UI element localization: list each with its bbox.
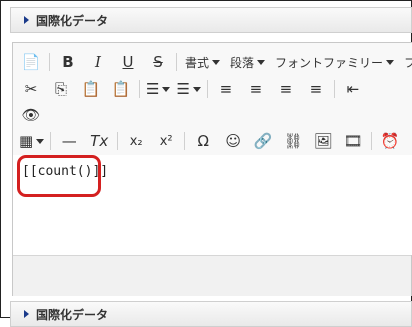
- chevron-down-icon: [162, 86, 171, 92]
- editor-toolbar: 📄 B I U S 書式 段落 フォントファミリー フォ ✂ ⎘ 📋 📋 ☰ ☰: [13, 43, 412, 156]
- toolbar-separator: [333, 80, 335, 98]
- expand-triangle-icon: [24, 16, 29, 24]
- clear-format-icon[interactable]: Tx: [87, 130, 111, 152]
- window-frame: 国際化データ 📄 B I U S 書式 段落 フォントファミリー フォ ✂ ⎘ …: [0, 0, 412, 327]
- clock-icon[interactable]: ⏰: [378, 130, 402, 152]
- bullet-list-button[interactable]: ☰: [146, 78, 171, 100]
- red-highlight-annotation: [17, 155, 101, 197]
- rich-text-editor: 📄 B I U S 書式 段落 フォントファミリー フォ ✂ ⎘ 📋 📋 ☰ ☰: [12, 42, 412, 296]
- link-icon[interactable]: 🔗: [251, 130, 275, 152]
- font-size-label: フォ: [404, 55, 412, 70]
- numbered-list-button[interactable]: ☰: [176, 78, 201, 100]
- chevron-down-icon: [386, 59, 395, 65]
- format-label: 書式: [185, 55, 210, 70]
- format-dropdown[interactable]: 書式: [183, 51, 222, 73]
- toolbar-row-3: 👁: [19, 103, 49, 127]
- numbered-list-icon: ☰: [176, 80, 190, 98]
- toolbar-row-2: ✂ ⎘ 📋 📋 ☰ ☰ ≡ ≡ ≡ ≡ ⇤: [19, 77, 371, 101]
- outdent-icon[interactable]: ⇤: [341, 78, 365, 100]
- italic-button[interactable]: I: [86, 51, 110, 73]
- toolbar-separator: [176, 53, 177, 71]
- toolbar-separator: [117, 132, 119, 150]
- section-title: 国際化データ: [36, 307, 109, 322]
- bullet-list-icon: ☰: [146, 80, 160, 98]
- chevron-down-icon: [212, 59, 221, 65]
- table-button[interactable]: ▦: [19, 130, 45, 152]
- chevron-down-icon: [36, 138, 45, 144]
- section-title: 国際化データ: [36, 13, 109, 28]
- toolbar-row-4: ▦ — Tx x₂ x² Ω ☺ 🔗 ⛓ 🖼 🎞 ⏰: [19, 129, 408, 153]
- subscript-icon[interactable]: x₂: [124, 130, 148, 152]
- chevron-down-icon: [192, 86, 201, 92]
- superscript-icon[interactable]: x²: [154, 130, 178, 152]
- toolbar-separator: [50, 132, 52, 150]
- media-icon[interactable]: 🎞: [341, 130, 365, 152]
- i18n-section-header[interactable]: 国際化データ: [10, 7, 412, 33]
- unlink-icon[interactable]: ⛓: [281, 130, 305, 152]
- editor-content-area[interactable]: [[count()]]: [13, 155, 412, 255]
- font-family-dropdown[interactable]: フォントファミリー: [273, 51, 396, 73]
- toolbar-separator: [184, 132, 186, 150]
- underline-button[interactable]: U: [116, 51, 140, 73]
- horizontal-rule-icon[interactable]: —: [57, 130, 81, 152]
- paragraph-dropdown[interactable]: 段落: [228, 51, 267, 73]
- font-family-label: フォントファミリー: [275, 55, 384, 70]
- cut-icon[interactable]: ✂: [19, 78, 43, 100]
- new-document-icon[interactable]: 📄: [19, 51, 43, 73]
- toolbar-separator: [206, 80, 208, 98]
- paste-icon[interactable]: 📋: [79, 78, 103, 100]
- font-size-dropdown[interactable]: フォ: [402, 51, 412, 73]
- bold-button[interactable]: B: [56, 51, 80, 73]
- toolbar-separator: [139, 80, 140, 98]
- image-icon[interactable]: 🖼: [311, 130, 335, 152]
- toolbar-separator: [371, 132, 373, 150]
- special-char-omega-icon[interactable]: Ω: [191, 130, 215, 152]
- copy-icon[interactable]: ⎘: [49, 78, 73, 100]
- align-center-icon[interactable]: ≡: [244, 78, 268, 100]
- emoji-icon[interactable]: ☺: [221, 130, 245, 152]
- editor-status-bar: [13, 255, 411, 296]
- expand-triangle-icon: [24, 310, 29, 318]
- paste-text-icon[interactable]: 📋: [109, 78, 133, 100]
- toolbar-row-1: 📄 B I U S 書式 段落 フォントファミリー フォ: [19, 50, 412, 74]
- paragraph-label: 段落: [230, 55, 255, 70]
- align-right-icon[interactable]: ≡: [274, 78, 298, 100]
- i18n-section-header-2[interactable]: 国際化データ: [10, 301, 412, 327]
- preview-eye-icon[interactable]: 👁: [19, 104, 43, 126]
- chevron-down-icon: [257, 59, 266, 65]
- strikethrough-button[interactable]: S: [146, 51, 170, 73]
- justify-icon[interactable]: ≡: [304, 78, 328, 100]
- toolbar-separator: [49, 53, 50, 71]
- table-icon: ▦: [19, 132, 34, 150]
- align-left-icon[interactable]: ≡: [214, 78, 238, 100]
